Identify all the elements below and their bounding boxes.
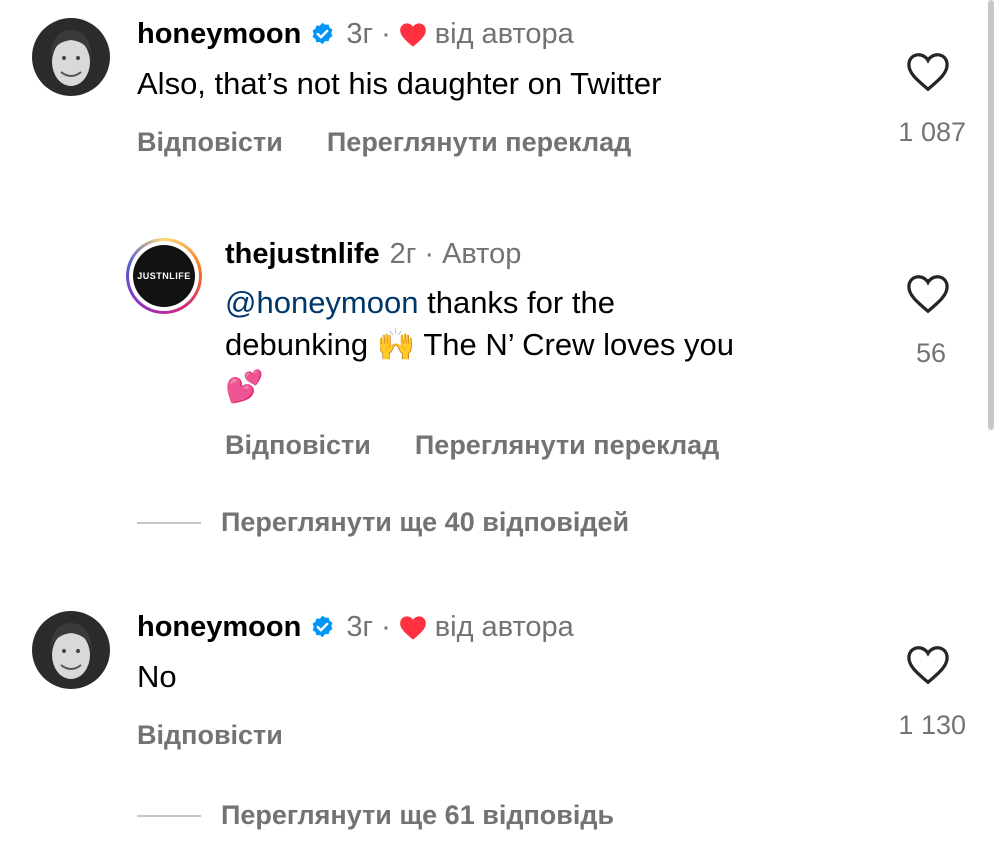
comment-3: honeymoon 3г · від автора No Відповісти … xyxy=(0,593,1000,773)
raising-hands-emoji: 🙌 xyxy=(376,327,416,362)
separator: · xyxy=(381,611,391,643)
username[interactable]: honeymoon xyxy=(137,18,301,51)
username[interactable]: thejustnlife xyxy=(225,238,380,271)
profile-photo-icon xyxy=(32,18,110,96)
author-heart-icon xyxy=(399,22,427,48)
heart-outline-icon xyxy=(907,275,949,314)
username[interactable]: honeymoon xyxy=(137,611,301,644)
view-more-label: Переглянути ще 61 відповідь xyxy=(221,800,615,830)
comment-actions: Відповісти xyxy=(137,720,327,751)
like-button[interactable] xyxy=(898,274,958,314)
author-tag: Автор xyxy=(442,238,522,270)
mention-link[interactable]: @honeymoon xyxy=(225,285,418,320)
verified-badge-icon xyxy=(309,21,336,48)
reply-button[interactable]: Відповісти xyxy=(137,720,283,750)
scrollbar[interactable] xyxy=(988,0,994,430)
avatar[interactable] xyxy=(32,611,110,689)
comment-text: No xyxy=(137,659,177,694)
author-heart-icon xyxy=(399,615,427,641)
heart-outline-icon xyxy=(907,53,949,92)
reply-button[interactable]: Відповісти xyxy=(225,430,371,460)
avatar[interactable]: JUSTNLIFE xyxy=(126,238,202,314)
comment-meta: honeymoon 3г · від автора xyxy=(137,18,574,51)
timestamp: 2г xyxy=(389,238,417,270)
divider-line xyxy=(137,521,201,524)
reply-comment: JUSTNLIFE thejustnlife 2г · Автор @honey… xyxy=(0,220,1000,480)
like-button[interactable] xyxy=(898,645,958,685)
profile-photo-icon xyxy=(32,611,110,689)
separator: · xyxy=(424,238,435,270)
see-translation-button[interactable]: Переглянути переклад xyxy=(327,127,631,157)
comment-meta: thejustnlife 2г · Автор xyxy=(225,238,521,271)
view-more-label: Переглянути ще 40 відповідей xyxy=(221,507,630,537)
view-more-replies-button[interactable]: Переглянути ще 61 відповідь xyxy=(137,800,614,831)
view-more-replies-button[interactable]: Переглянути ще 40 відповідей xyxy=(137,507,629,538)
see-translation-button[interactable]: Переглянути переклад xyxy=(415,430,719,460)
timestamp: 3г xyxy=(346,611,374,643)
two-hearts-emoji: 💕 xyxy=(225,369,264,404)
avatar-logo-text: JUSTNLIFE xyxy=(137,271,191,281)
divider-line xyxy=(137,814,201,817)
avatar[interactable] xyxy=(32,18,110,96)
like-count: 1 130 xyxy=(898,710,966,740)
comment-meta: honeymoon 3г · від автора xyxy=(137,611,574,644)
separator: · xyxy=(381,18,391,50)
liked-by-author-label: від автора xyxy=(434,18,574,50)
comment-text: Also, that’s not his daughter on Twitter xyxy=(137,66,662,101)
comment-actions: Відповісти Переглянути переклад xyxy=(225,430,763,461)
like-button[interactable] xyxy=(898,52,958,92)
comment-1: honeymoon 3г · від автора Also, that’s n… xyxy=(0,0,1000,180)
timestamp: 3г xyxy=(346,18,374,50)
verified-badge-icon xyxy=(309,614,336,641)
comment-text: @honeymoon thanks for the debunking 🙌 Th… xyxy=(225,285,735,404)
liked-by-author-label: від автора xyxy=(434,611,574,643)
like-count: 56 xyxy=(915,338,946,368)
comment-actions: Відповісти Переглянути переклад xyxy=(137,127,675,158)
heart-outline-icon xyxy=(907,646,949,685)
like-count: 1 087 xyxy=(898,117,966,147)
reply-button[interactable]: Відповісти xyxy=(137,127,283,157)
